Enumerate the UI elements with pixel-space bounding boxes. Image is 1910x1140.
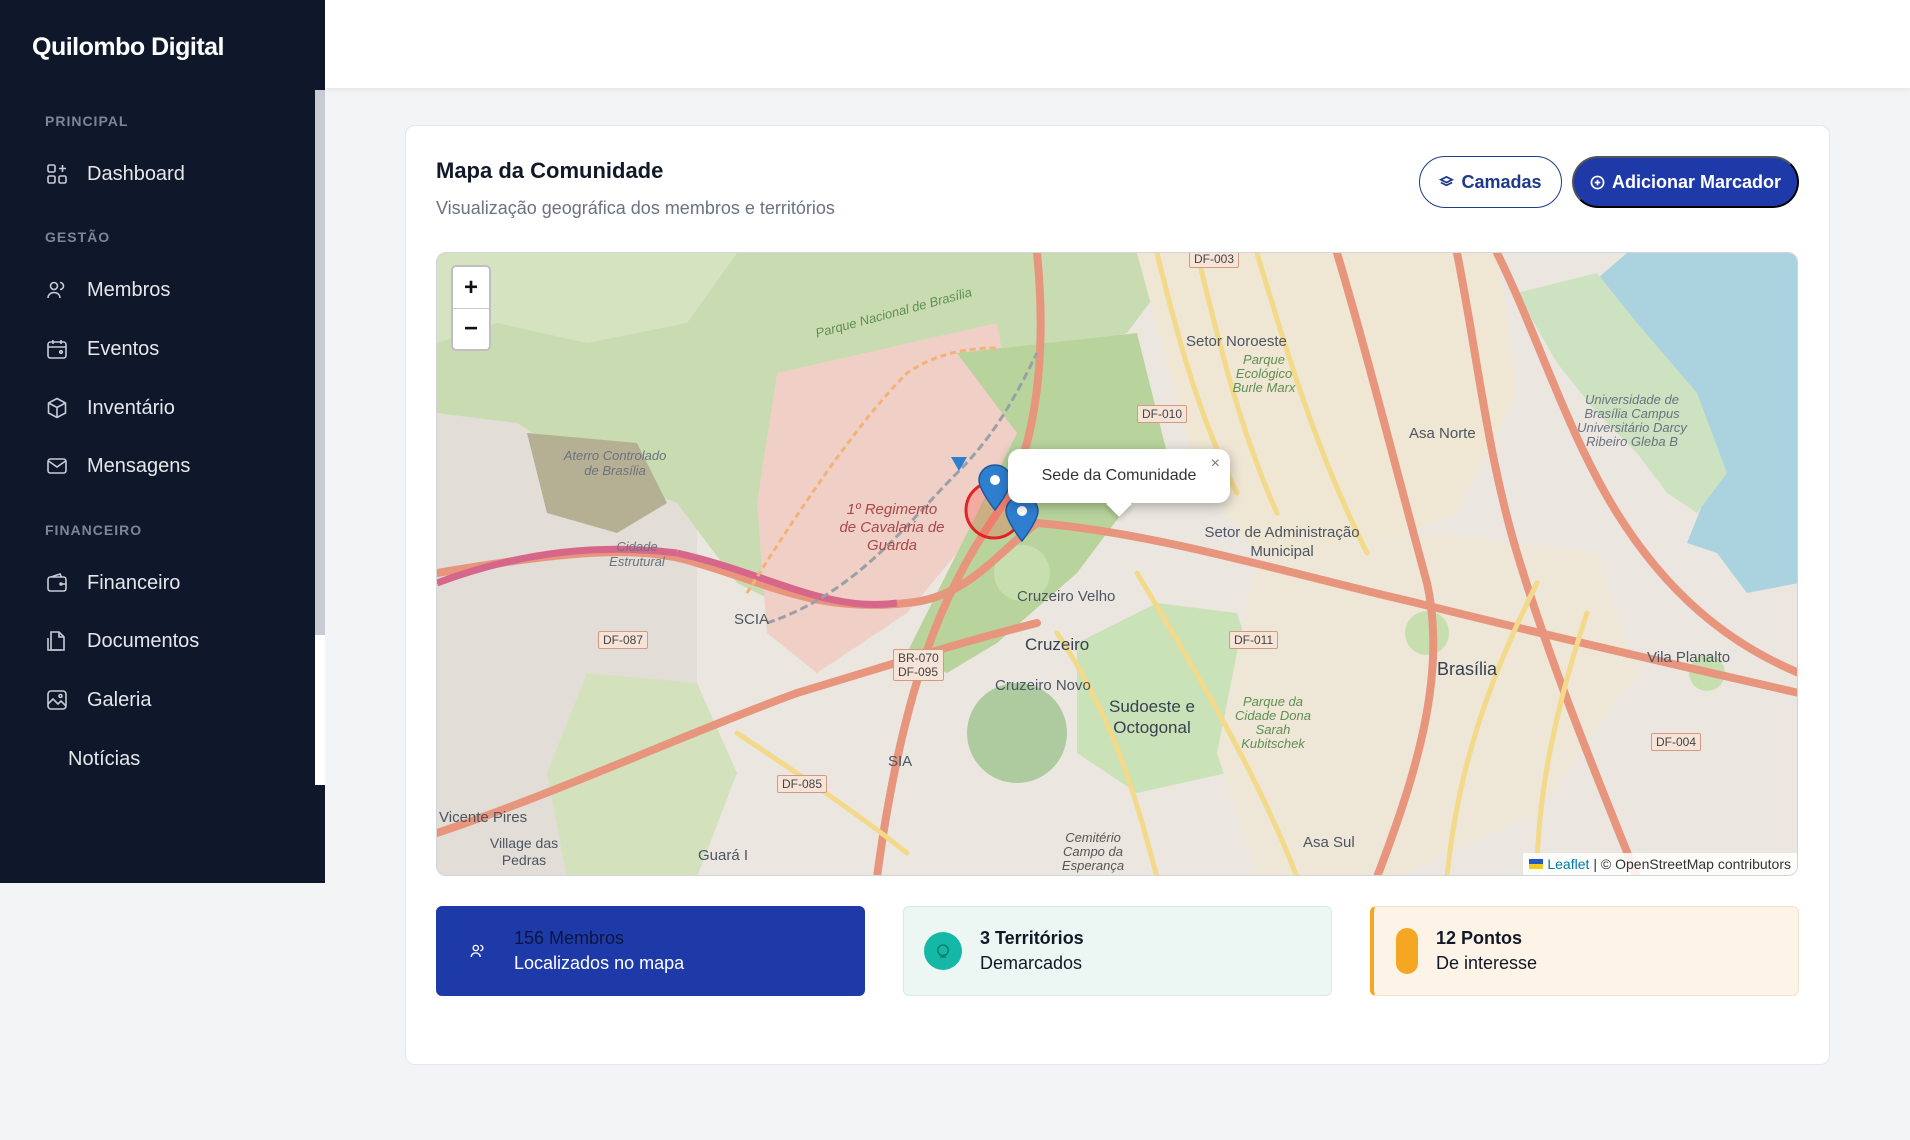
sidebar: Quilombo Digital PRINCIPAL Dashboard GES… (0, 0, 325, 883)
sidebar-item-membros[interactable]: Membros (45, 270, 170, 310)
map-label: SIA (888, 753, 913, 770)
map-label: Village das Pedras (489, 835, 559, 868)
section-title-gestao: GESTÃO (45, 229, 111, 245)
road-shield: DF-087 (598, 631, 649, 649)
calendar-icon (47, 340, 67, 359)
box-icon (47, 397, 67, 419)
popup-close-button[interactable]: × (1211, 455, 1220, 473)
sidebar-item-financeiro[interactable]: Financeiro (45, 563, 180, 603)
road-shield: DF-010 (1137, 405, 1188, 423)
road-shield: DF-011 (1229, 631, 1279, 649)
map-label: Sudoeste e Octogonal (1108, 697, 1195, 737)
map-label: Parque da Cidade Dona Sarah Kubitschek (1235, 694, 1311, 751)
map-label: Asa Norte (1409, 425, 1476, 442)
road-shield: DF-003 (1189, 253, 1240, 268)
section-title-financeiro: FINANCEIRO (45, 522, 143, 538)
stat-label: De interesse (1436, 953, 1538, 973)
brand-logo[interactable]: Quilombo Digital (32, 33, 225, 62)
map-label: Cemitério Campo da Esperança (1061, 830, 1125, 873)
file-icon (47, 631, 65, 651)
dashboard-icon (47, 164, 67, 184)
stat-card-members: 156 Membros Localizados no mapa (436, 906, 865, 996)
sidebar-item-mensagens[interactable]: Mensagens (45, 446, 190, 486)
map-label: Brasília (1437, 659, 1498, 679)
plus-circle-icon (1590, 175, 1605, 189)
territory-icon (924, 932, 962, 970)
map-label: Asa Sul (1303, 834, 1355, 851)
sidebar-item-noticias[interactable]: Notícias (68, 748, 140, 771)
image-icon (47, 690, 67, 710)
road-shield-text: BR-070 (898, 651, 939, 665)
sidebar-item-documentos[interactable]: Documentos (45, 621, 199, 661)
road-shield: DF-004 (1651, 733, 1702, 751)
sidebar-item-eventos[interactable]: Eventos (45, 329, 159, 369)
layers-icon (1439, 175, 1455, 186)
add-marker-button[interactable]: Adicionar Marcador (1572, 156, 1799, 208)
attribution-text: | © OpenStreetMap contributors (1593, 856, 1791, 872)
stat-value: 3 Territórios (980, 928, 1084, 948)
sidebar-item-label: Eventos (87, 337, 160, 360)
sidebar-item-inventario[interactable]: Inventário (45, 388, 175, 428)
map-attribution: Leaflet | © OpenStreetMap contributors (1523, 853, 1797, 875)
top-bar (325, 0, 1910, 88)
community-map[interactable]: Setor Noroeste Asa Norte Setor de Admini… (436, 252, 1798, 876)
map-label: Aterro Controlado de Brasília (563, 448, 667, 478)
map-label: SCIA (734, 611, 770, 628)
leaflet-link[interactable]: Leaflet (1547, 856, 1589, 872)
map-popup: Sede da Comunidade × (1008, 449, 1230, 517)
section-title-principal: PRINCIPAL (45, 113, 129, 129)
pin-icon (1396, 928, 1418, 974)
wallet-icon (47, 573, 67, 592)
road-shield: BR-070 DF-095 (893, 649, 944, 681)
layers-button-label: Camadas (1461, 171, 1542, 192)
stat-card-territories: 3 Territórios Demarcados (903, 906, 1332, 996)
sidebar-item-dashboard[interactable]: Dashboard (45, 154, 185, 194)
page-title: Mapa da Comunidade (436, 158, 664, 183)
zoom-in-button[interactable]: + (453, 267, 489, 308)
map-label: Cidade Estrutural (609, 539, 665, 569)
map-label: Cruzeiro (1025, 635, 1090, 654)
stat-value: 156 Membros (514, 928, 625, 948)
page-subtitle: Visualização geográfica dos membros e te… (436, 198, 835, 218)
layers-button[interactable]: Camadas (1419, 156, 1562, 208)
map-label: Vicente Pires (439, 809, 528, 826)
sidebar-item-label: Membros (87, 278, 171, 301)
stat-label: Demarcados (980, 953, 1083, 973)
sidebar-item-label: Documentos (87, 629, 200, 652)
map-label: Setor de Administração Municipal (1204, 524, 1360, 560)
map-label: Universidade de Brasília Campus Universi… (1577, 392, 1687, 449)
map-card: Mapa da Comunidade Visualização geográfi… (405, 125, 1830, 1065)
map-label: Cruzeiro Velho (1017, 588, 1116, 605)
stat-card-points: 12 Pontos De interesse (1370, 906, 1799, 996)
zoom-out-button[interactable]: − (453, 308, 489, 349)
map-label: Cruzeiro Novo (995, 677, 1091, 694)
map-label: 1º Regimento de Cavalaria de Guarda (839, 501, 945, 554)
map-label: Parque Ecológico Burle Marx (1232, 352, 1296, 395)
sidebar-item-label: Mensagens (87, 454, 191, 477)
map-label: Setor Noroeste (1186, 333, 1287, 350)
mail-icon (47, 458, 67, 474)
road-shield: DF-085 (777, 775, 828, 793)
map-label: Guará I (698, 847, 749, 864)
add-marker-button-label: Adicionar Marcador (1611, 171, 1782, 192)
stat-label: Localizados no mapa (514, 953, 685, 973)
users-icon (47, 281, 65, 299)
road-shield-text: DF-095 (898, 665, 939, 679)
map-label: Vila Planalto (1647, 649, 1731, 666)
sidebar-item-galeria[interactable]: Galeria (45, 680, 151, 720)
sidebar-scrollbar[interactable] (315, 90, 325, 785)
stat-value: 12 Pontos (1436, 928, 1523, 948)
sidebar-item-label: Galeria (87, 688, 152, 711)
sidebar-item-label: Dashboard (87, 162, 185, 185)
sidebar-item-label: Inventário (87, 396, 175, 419)
popup-text: Sede da Comunidade (1041, 467, 1197, 484)
users-icon (466, 932, 490, 970)
ukraine-flag-icon (1529, 859, 1544, 869)
sidebar-item-label: Financeiro (87, 571, 181, 594)
zoom-control: + − (451, 265, 491, 351)
sidebar-scrollbar-thumb[interactable] (315, 90, 325, 635)
